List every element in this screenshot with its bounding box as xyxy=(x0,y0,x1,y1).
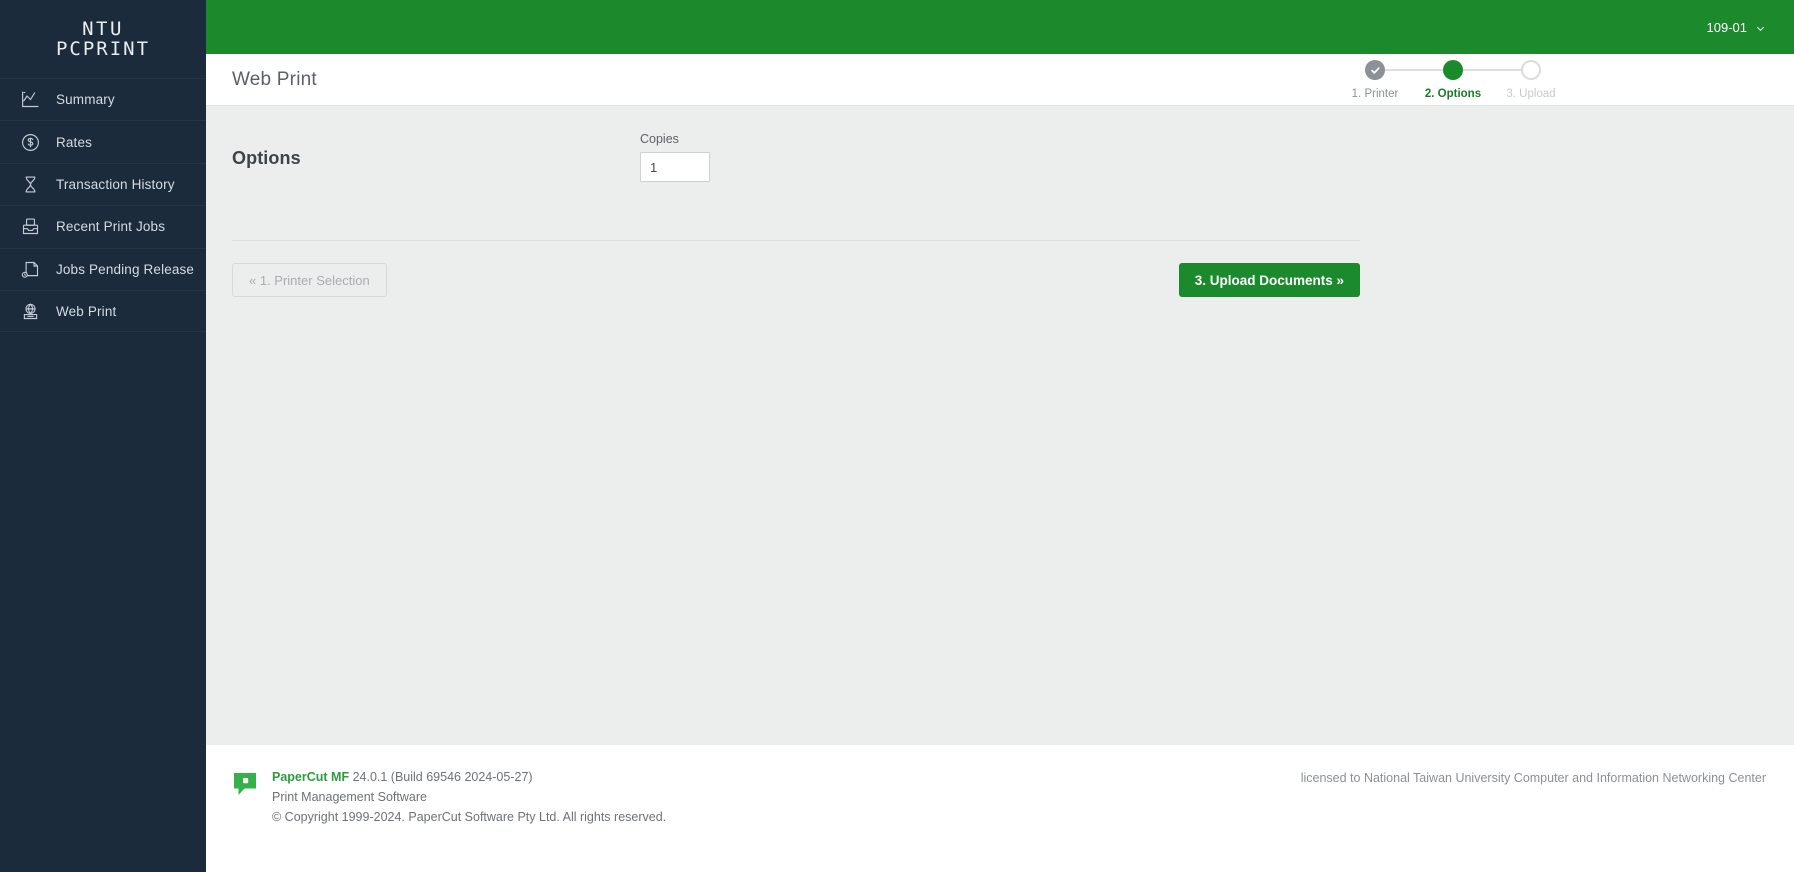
page-title: Web Print xyxy=(232,68,317,90)
wizard-step-options[interactable]: 2. Options xyxy=(1414,60,1523,100)
step-dot-todo xyxy=(1521,60,1541,80)
step-dot-done xyxy=(1365,60,1385,80)
check-icon xyxy=(1370,66,1380,74)
printer-tray-icon xyxy=(18,215,42,239)
step-label: 2. Options xyxy=(1424,88,1482,100)
chart-line-icon xyxy=(18,88,42,112)
papercut-bubble-icon xyxy=(232,771,258,797)
wizard-stepper: 1. Printer 2. Options 3. Upload xyxy=(1336,60,1570,100)
footer-version: 24.0.1 (Build 69546 2024-05-27) xyxy=(349,770,533,784)
options-section: Options Copies xyxy=(232,106,1768,182)
section-divider xyxy=(232,240,1360,241)
copies-label: Copies xyxy=(640,132,679,146)
sidebar-item-label: Summary xyxy=(56,92,115,108)
upload-documents-button[interactable]: 3. Upload Documents » xyxy=(1178,263,1360,297)
step-label: 1. Printer xyxy=(1351,88,1399,100)
main-area: 109-01 Web Print 1. Printer 2. Options 3… xyxy=(206,0,1794,872)
step-connector xyxy=(1385,69,1445,71)
step-label: 3. Upload xyxy=(1506,88,1556,100)
sidebar-item-rates[interactable]: Rates xyxy=(0,120,206,162)
sidebar-item-label: Jobs Pending Release xyxy=(56,261,195,277)
copies-field-group: Copies xyxy=(640,132,710,182)
logo-line-2: PCPRINT xyxy=(55,38,151,60)
app-root: NTU PCPRINT Summary Rates Transaction Hi… xyxy=(0,0,1794,872)
user-menu-label: 109-01 xyxy=(1706,19,1747,35)
footer-license: licensed to National Taiwan University C… xyxy=(1300,771,1766,785)
dollar-circle-icon xyxy=(18,130,42,154)
app-logo[interactable]: NTU PCPRINT xyxy=(0,0,206,78)
content-area: Options Copies « 1. Printer Selection 3.… xyxy=(206,106,1794,745)
document-clock-icon xyxy=(18,257,42,281)
footer-product-line: PaperCut MF 24.0.1 (Build 69546 2024-05-… xyxy=(272,769,666,786)
hourglass-icon xyxy=(18,172,42,196)
sidebar: NTU PCPRINT Summary Rates Transaction Hi… xyxy=(0,0,206,872)
user-menu[interactable]: 109-01 xyxy=(1707,20,1766,35)
chevron-down-icon xyxy=(1755,22,1766,33)
back-to-printer-selection-button[interactable]: « 1. Printer Selection xyxy=(232,263,387,297)
wizard-step-printer[interactable]: 1. Printer xyxy=(1336,60,1445,100)
sidebar-item-jobs-pending-release[interactable]: Jobs Pending Release xyxy=(0,247,206,290)
step-connector xyxy=(1463,69,1523,71)
sidebar-item-recent-print-jobs[interactable]: Recent Print Jobs xyxy=(0,205,206,247)
sidebar-item-transaction-history[interactable]: Transaction History xyxy=(0,162,206,205)
copies-input[interactable] xyxy=(640,152,710,182)
sidebar-item-label: Recent Print Jobs xyxy=(56,219,166,235)
page-header: Web Print 1. Printer 2. Options 3. Uploa… xyxy=(206,54,1794,106)
sidebar-item-web-print[interactable]: Web Print xyxy=(0,289,206,333)
top-bar: 109-01 xyxy=(206,0,1794,54)
sidebar-item-label: Web Print xyxy=(56,303,117,319)
sidebar-item-label: Transaction History xyxy=(56,176,175,192)
footer-text: PaperCut MF 24.0.1 (Build 69546 2024-05-… xyxy=(272,769,666,826)
step-dot-current xyxy=(1443,60,1463,80)
wizard-button-row: « 1. Printer Selection 3. Upload Documen… xyxy=(232,263,1360,297)
options-heading: Options xyxy=(232,148,301,168)
footer-copyright: © Copyright 1999-2024. PaperCut Software… xyxy=(272,810,667,824)
logo-line-1: NTU xyxy=(82,18,124,40)
globe-printer-icon xyxy=(18,299,42,323)
footer-tagline: Print Management Software xyxy=(272,790,427,804)
footer-product-name: PaperCut MF xyxy=(272,770,350,784)
sidebar-item-label: Rates xyxy=(56,134,93,150)
wizard-step-upload[interactable]: 3. Upload xyxy=(1492,60,1570,100)
footer: PaperCut MF 24.0.1 (Build 69546 2024-05-… xyxy=(206,745,1794,872)
sidebar-item-summary[interactable]: Summary xyxy=(0,78,206,120)
